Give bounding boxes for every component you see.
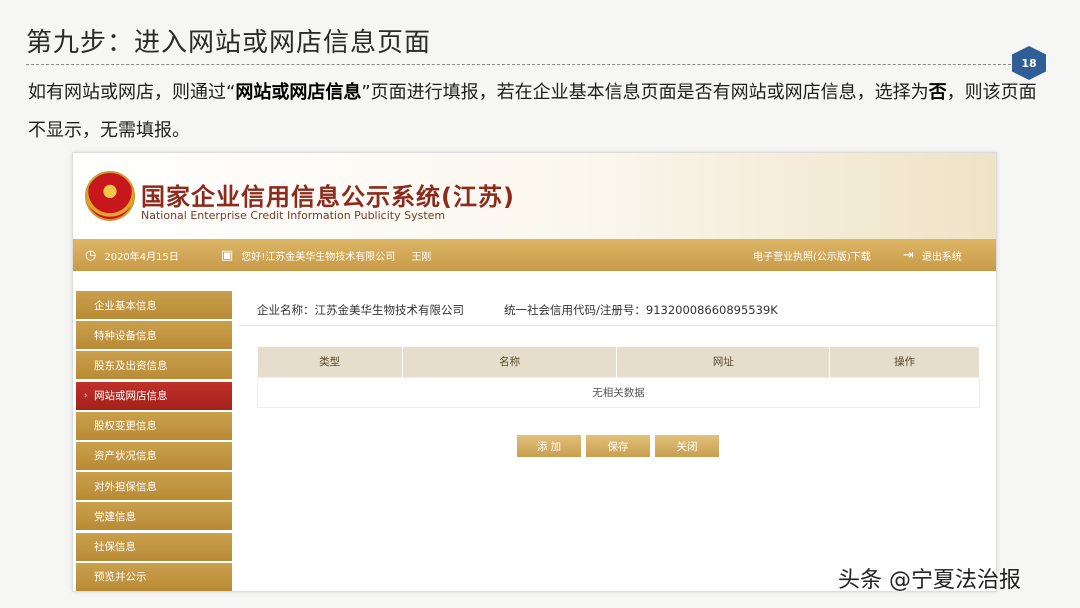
site-info-bar: ◷ 2020年4月15日 ▣ 您好!江苏金美华生物技术有限公司 王刚 电子营业执… [73, 239, 996, 271]
website-screenshot: 国家企业信用信息公示系统(江苏) National Enterprise Cre… [72, 152, 997, 592]
site-header: 国家企业信用信息公示系统(江苏) National Enterprise Cre… [73, 153, 996, 239]
license-download-link[interactable]: 电子营业执照(公示版)下载 [753, 239, 871, 271]
sidebar-item-special-equipment[interactable]: 特种设备信息 [76, 321, 232, 350]
sidebar-item-assets[interactable]: 资产状况信息 [76, 441, 232, 470]
chevron-right-icon: › [84, 390, 88, 401]
divider [239, 325, 995, 326]
title-divider [26, 64, 1026, 65]
greeting-text: 您好!江苏金美华生物技术有限公司 [241, 251, 396, 263]
table-header-row: 类型 名称 网址 操作 [257, 347, 980, 377]
site-subtitle: National Enterprise Credit Information P… [141, 209, 446, 222]
action-buttons: 添 加 保存 关闭 [517, 435, 719, 457]
date-display: ◷ 2020年4月15日 [85, 239, 179, 271]
sidebar-item-label: 资产状况信息 [94, 450, 157, 463]
sidebar-item-equity-change[interactable]: 股权变更信息 [76, 411, 232, 440]
add-button[interactable]: 添 加 [517, 435, 581, 457]
sidebar-item-label: 预览并公示 [94, 571, 147, 584]
sidebar-item-label: 特种设备信息 [94, 329, 157, 342]
clock-icon: ◷ [85, 247, 97, 263]
sidebar-item-label: 企业基本信息 [94, 299, 157, 312]
sidebar-item-label: 股权变更信息 [94, 420, 157, 433]
empty-table-message: 无相关数据 [257, 376, 980, 408]
sidebar-item-label: 网站或网店信息 [94, 390, 168, 403]
slide-description: 如有网站或网店，则通过“网站或网店信息”页面进行填报，若在企业基本信息页面是否有… [28, 74, 1038, 150]
column-header-url: 网址 [616, 347, 831, 377]
sidebar-item-label: 党建信息 [94, 510, 136, 523]
desc-middle: ”页面进行填报，若在企业基本信息页面是否有网站或网店信息，选择为 [361, 82, 929, 103]
logout-button[interactable]: ⇥ 退出系统 [903, 239, 962, 271]
sidebar-item-basic-info[interactable]: 企业基本信息 [76, 291, 232, 319]
user-greeting: ▣ 您好!江苏金美华生物技术有限公司 王刚 [221, 239, 431, 271]
slide-title: 第九步：进入网站或网店信息页面 [26, 28, 432, 58]
desc-prefix: 如有网站或网店，则通过“ [28, 82, 236, 103]
sidebar-nav: 企业基本信息 特种设备信息 股东及出资信息 › 网站或网店信息 股权变更信息 资产… [76, 291, 232, 591]
main-panel: 企业名称：江苏金美华生物技术有限公司 统一社会信用代码/注册号：91320008… [239, 291, 995, 591]
sidebar-item-preview-publish[interactable]: 预览并公示 [76, 562, 232, 591]
sidebar-item-shareholders[interactable]: 股东及出资信息 [76, 351, 232, 380]
license-download-label: 电子营业执照(公示版)下载 [753, 251, 871, 263]
date-text: 2020年4月15日 [104, 251, 179, 263]
website-table: 类型 名称 网址 操作 无相关数据 [257, 347, 980, 408]
national-emblem-icon [85, 171, 135, 221]
sidebar-item-social-security[interactable]: 社保信息 [76, 532, 232, 561]
column-header-name: 名称 [402, 347, 618, 377]
site-title: 国家企业信用信息公示系统(江苏) [141, 183, 515, 211]
desc-bold-page-name: 网站或网店信息 [235, 82, 362, 103]
source-watermark: 头条 @宁夏法治报 [838, 568, 1021, 593]
logout-icon: ⇥ [903, 247, 914, 263]
sidebar-item-website-shop[interactable]: › 网站或网店信息 [76, 381, 232, 410]
credit-code: 统一社会信用代码/注册号：91320008660895539K [504, 303, 778, 317]
user-name: 王刚 [411, 251, 432, 263]
column-header-action: 操作 [829, 347, 980, 377]
desc-bold-no: 否 [928, 82, 947, 103]
company-name: 企业名称：江苏金美华生物技术有限公司 [257, 303, 464, 317]
user-card-icon: ▣ [221, 247, 234, 263]
sidebar-item-guarantee[interactable]: 对外担保信息 [76, 472, 232, 501]
logout-label: 退出系统 [921, 251, 962, 263]
close-button[interactable]: 关闭 [655, 435, 719, 457]
table-row: 无相关数据 [257, 376, 980, 408]
sidebar-item-label: 社保信息 [94, 541, 136, 553]
company-info-row: 企业名称：江苏金美华生物技术有限公司 统一社会信用代码/注册号：91320008… [257, 299, 987, 321]
sidebar-item-label: 对外担保信息 [94, 480, 157, 493]
column-header-type: 类型 [257, 347, 403, 377]
save-button[interactable]: 保存 [586, 435, 650, 457]
sidebar-item-party-building[interactable]: 党建信息 [76, 502, 232, 531]
sidebar-item-label: 股东及出资信息 [94, 359, 168, 372]
